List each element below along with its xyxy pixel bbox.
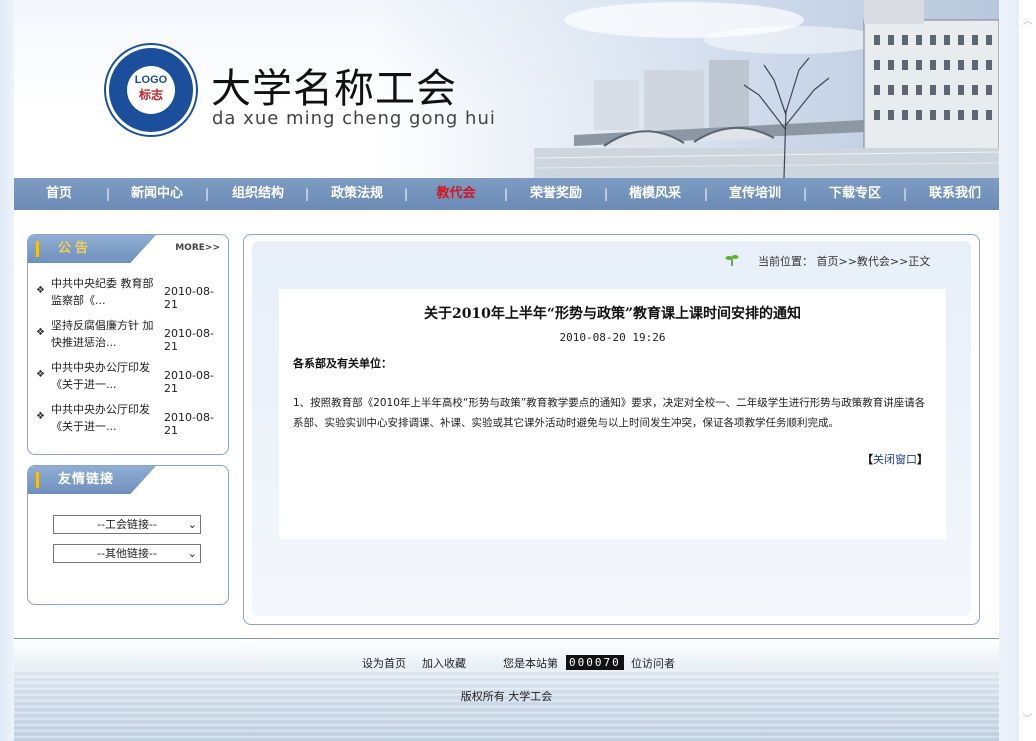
notice-item-date: 2010-08-21	[164, 369, 214, 395]
chevron-down-icon: ⌄	[187, 518, 197, 531]
site-title: 大学名称工会	[211, 66, 457, 112]
header-accent-bar	[36, 472, 39, 488]
close-bracket-open: 【	[862, 453, 873, 466]
notice-header: 公告	[28, 235, 156, 263]
nav-item-training[interactable]: 宣传培训	[720, 178, 790, 210]
notice-item-title[interactable]: 中共中央办公厅印发《关于进一...	[51, 401, 163, 437]
article-title: 关于2010年上半年“形势与政策”教育课上课时间安排的通知	[423, 306, 802, 322]
nav-item-organization[interactable]: 组织结构	[223, 178, 293, 210]
breadcrumb-path[interactable]: 首页>>教代会>>正文	[817, 255, 931, 268]
nav-separator: |	[803, 187, 808, 201]
nav-separator: |	[205, 187, 210, 201]
chevron-down-icon: ⌄	[187, 547, 197, 560]
footer-divider	[14, 638, 999, 639]
notice-item-title[interactable]: 中共中央办公厅印发《关于进一...	[51, 359, 163, 395]
nav-separator: |	[504, 187, 509, 201]
page-scrollbar[interactable]: ︿ ﹀	[1019, 0, 1036, 741]
nav-separator: |	[604, 187, 609, 201]
copyright: 版权所有 大学工会	[460, 690, 553, 703]
nav-item-models[interactable]: 楷模风采	[620, 178, 690, 210]
notice-item-title[interactable]: 坚持反腐倡廉方针 加快推进惩治...	[51, 317, 163, 353]
sprout-icon	[725, 255, 739, 266]
nav-item-congress[interactable]: 教代会	[426, 178, 486, 210]
header-accent-bar	[36, 241, 39, 257]
breadcrumb: 当前位置： 首页>>教代会>>正文	[758, 253, 930, 269]
main-nav: 首页 | 新闻中心 | 组织结构 | 政策法规 | 教代会 | 荣誉奖励 | 楷…	[14, 178, 999, 210]
scroll-down-icon[interactable]: ﹀	[1022, 714, 1033, 725]
footer-water-bg	[14, 670, 999, 741]
visitor-counter: 000070	[566, 655, 624, 670]
visitor-prefix: 您是本站第	[503, 657, 558, 670]
links-title: 友情链接	[58, 472, 115, 487]
list-item[interactable]: ❖ 中共中央办公厅印发《关于进一... 2010-08-21	[36, 357, 224, 397]
bullet-icon: ❖	[36, 327, 45, 338]
close-bracket-close: 】	[917, 453, 928, 466]
content-inner: 当前位置： 首页>>教代会>>正文 关于2010年上半年“形势与政策”教育课上课…	[252, 241, 971, 616]
nav-separator: |	[903, 187, 908, 201]
content-panel: 当前位置： 首页>>教代会>>正文 关于2010年上半年“形势与政策”教育课上课…	[243, 234, 980, 625]
article-date: 2010-08-20 19:26	[559, 331, 666, 344]
site-footer: 设为首页 加入收藏 您是本站第 000070 位访问者 版权所有 大学工会	[14, 640, 999, 741]
list-item[interactable]: ❖ 坚持反腐倡廉方针 加快推进惩治... 2010-08-21	[36, 315, 224, 355]
links-panel: 友情链接 --工会链接-- ⌄ --其他链接-- ⌄	[27, 465, 229, 605]
nav-item-honors[interactable]: 荣誉奖励	[521, 178, 591, 210]
close-window-link[interactable]: 【关闭窗口】	[862, 451, 928, 467]
set-homepage-link[interactable]: 设为首页	[362, 655, 406, 671]
union-links-select[interactable]: --工会链接-- ⌄	[53, 515, 201, 534]
visitor-suffix: 位访问者	[631, 657, 675, 670]
logo-text: LOGO	[134, 74, 168, 86]
nav-item-policy[interactable]: 政策法规	[322, 178, 392, 210]
notice-more-link[interactable]: MORE>>	[175, 243, 220, 253]
article: 关于2010年上半年“形势与政策”教育课上课时间安排的通知 2010-08-20…	[279, 289, 946, 539]
breadcrumb-label: 当前位置：	[758, 255, 813, 268]
list-item[interactable]: ❖ 中共中央办公厅印发《关于进一... 2010-08-21	[36, 399, 224, 439]
other-links-select-value: --其他链接--	[97, 547, 157, 560]
city-illustration	[534, 0, 999, 178]
notice-item-date: 2010-08-21	[164, 327, 214, 353]
logo-subtext: 标志	[138, 88, 163, 102]
nav-separator: |	[704, 187, 709, 201]
notice-item-title[interactable]: 中共中央纪委 教育部 监察部《...	[51, 275, 163, 311]
nav-separator: |	[404, 187, 409, 201]
scroll-up-icon[interactable]: ︿	[1022, 16, 1033, 27]
article-body: 1、按照教育部《2010年上半年高校“形势与政策”教育教学要点的通知》要求，决定…	[293, 397, 926, 429]
nav-separator: |	[305, 187, 310, 201]
bullet-icon: ❖	[36, 411, 45, 422]
nav-item-downloads[interactable]: 下载专区	[820, 178, 890, 210]
bullet-icon: ❖	[36, 285, 45, 296]
site-header: LOGO 标志 大学名称工会 da xue ming cheng gong hu…	[14, 0, 999, 178]
other-links-select[interactable]: --其他链接-- ⌄	[53, 544, 201, 563]
list-item[interactable]: ❖ 中共中央纪委 教育部 监察部《... 2010-08-21	[36, 273, 224, 313]
notice-item-date: 2010-08-21	[164, 285, 214, 311]
notice-item-date: 2010-08-21	[164, 411, 214, 437]
notice-panel: 公告 MORE>> ❖ 中共中央纪委 教育部 监察部《... 2010-08-2…	[27, 234, 229, 455]
nav-item-news[interactable]: 新闻中心	[122, 178, 192, 210]
close-window-label[interactable]: 关闭窗口	[873, 453, 917, 466]
article-greeting: 各系部及有关单位：	[293, 357, 392, 370]
links-header: 友情链接	[28, 466, 156, 494]
nav-item-contact[interactable]: 联系我们	[920, 178, 990, 210]
notice-title: 公告	[58, 241, 93, 256]
add-favorite-link[interactable]: 加入收藏	[422, 655, 466, 671]
nav-separator: |	[106, 187, 111, 201]
site-logo[interactable]: LOGO 标志	[106, 45, 196, 135]
site-subtitle: da xue ming cheng gong hui	[212, 108, 496, 129]
nav-item-home[interactable]: 首页	[34, 178, 84, 210]
union-links-select-value: --工会链接--	[97, 518, 157, 531]
bullet-icon: ❖	[36, 369, 45, 380]
